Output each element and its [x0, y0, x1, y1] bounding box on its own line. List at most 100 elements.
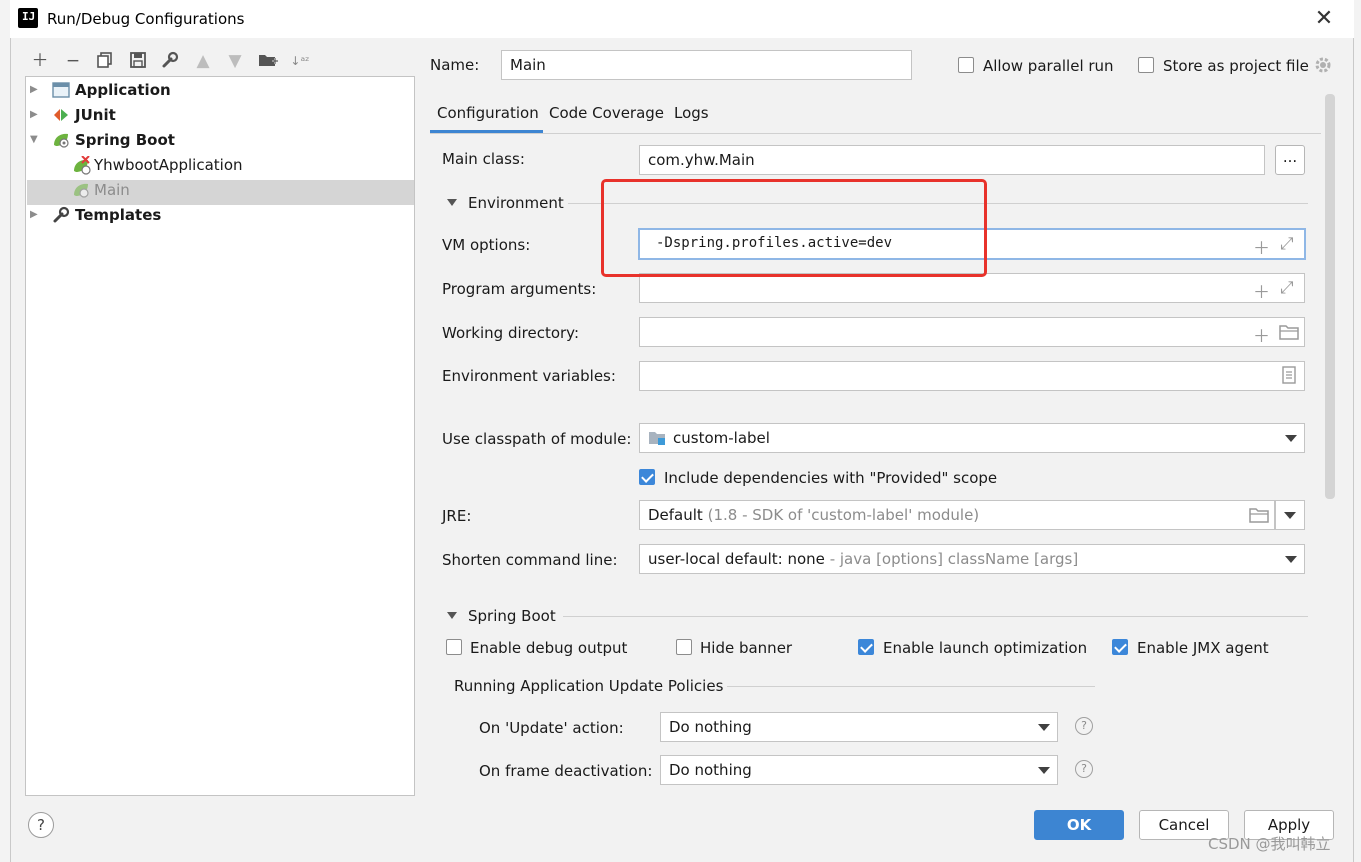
sort-alpha-icon[interactable]: ↓ᵃᶻ	[290, 51, 310, 71]
jmx-agent-checkbox[interactable]	[1112, 639, 1128, 655]
tree-item-label: Spring Boot	[75, 131, 175, 149]
wrench-icon	[52, 206, 70, 224]
update-policies-separator	[727, 686, 1095, 687]
launch-optimization-label: Enable launch optimization	[883, 639, 1088, 657]
main-class-label: Main class:	[442, 150, 525, 168]
hide-banner-checkbox[interactable]	[676, 639, 692, 655]
copy-icon[interactable]	[95, 51, 115, 71]
expand-plus-icon[interactable]: ＋	[1253, 234, 1270, 259]
jre-label: JRE:	[442, 507, 472, 525]
application-window-icon	[52, 81, 70, 99]
store-project-checkbox[interactable]	[1138, 57, 1154, 73]
collapse-environment-icon[interactable]	[447, 199, 457, 206]
expand-plus-icon[interactable]: ＋	[1253, 322, 1270, 347]
close-icon[interactable]: ✕	[1312, 7, 1336, 31]
save-icon[interactable]	[128, 51, 148, 71]
classpath-module-combo[interactable]: custom-label	[639, 423, 1305, 453]
browse-main-class-button[interactable]: ...	[1275, 145, 1305, 175]
folder-browse-icon[interactable]	[1249, 507, 1269, 527]
expand-arrow-icon[interactable]: ▶	[30, 103, 40, 127]
chevron-down-icon[interactable]	[1285, 435, 1297, 442]
working-dir-label: Working directory:	[442, 324, 580, 342]
classpath-value: custom-label	[673, 429, 770, 447]
ok-button[interactable]: OK	[1034, 810, 1124, 840]
update-action-value: Do nothing	[669, 718, 752, 736]
expand-arrow-icon[interactable]: ▶	[30, 78, 40, 102]
update-action-combo[interactable]: Do nothing	[660, 712, 1058, 742]
classpath-label: Use classpath of module:	[442, 430, 632, 448]
tree-item-label: Application	[75, 81, 171, 99]
move-up-icon[interactable]: ▲	[193, 51, 213, 71]
watermark: CSDN @我叫韩立	[1208, 835, 1331, 853]
allow-parallel-label: Allow parallel run	[983, 57, 1114, 75]
spring-boot-icon	[52, 131, 70, 149]
chevron-down-icon[interactable]	[1038, 724, 1050, 731]
allow-parallel-checkbox[interactable]	[958, 57, 974, 73]
env-vars-label: Environment variables:	[442, 367, 616, 385]
wrench-icon[interactable]	[160, 51, 180, 71]
jre-combo[interactable]: Default (1.8 - SDK of 'custom-label' mod…	[639, 500, 1275, 530]
window-title: Run/Debug Configurations	[47, 10, 245, 28]
working-dir-input[interactable]	[639, 317, 1305, 347]
help-button[interactable]: ?	[28, 812, 54, 838]
tree-item-label: YhwbootApplication	[94, 156, 243, 174]
folder-browse-icon[interactable]	[1279, 324, 1299, 344]
document-edit-icon[interactable]	[1282, 366, 1296, 388]
name-label: Name:	[430, 56, 480, 74]
jre-hint: (1.8 - SDK of 'custom-label' module)	[707, 506, 980, 524]
spring-boot-error-icon	[72, 155, 91, 175]
help-icon[interactable]: ?	[1075, 760, 1093, 778]
shorten-cmd-combo[interactable]: user-local default: none - java [options…	[639, 544, 1305, 574]
tree-item-label: Main	[94, 181, 130, 199]
launch-optimization-checkbox[interactable]	[858, 639, 874, 655]
frame-deactivation-combo[interactable]: Do nothing	[660, 755, 1058, 785]
chevron-down-icon[interactable]	[1038, 767, 1050, 774]
store-project-label: Store as project file	[1163, 57, 1309, 75]
main-class-input[interactable]: com.yhw.Main	[639, 145, 1265, 175]
shorten-cmd-label: Shorten command line:	[442, 551, 618, 569]
tab-code-coverage[interactable]: Code Coverage	[549, 101, 664, 133]
expand-arrow-icon[interactable]: ▶	[30, 203, 40, 227]
folder-add-icon[interactable]	[258, 51, 278, 71]
include-deps-checkbox[interactable]	[639, 469, 655, 485]
update-policies-label: Running Application Update Policies	[454, 677, 724, 695]
name-input[interactable]: Main	[501, 50, 912, 80]
help-icon[interactable]: ?	[1075, 717, 1093, 735]
remove-icon[interactable]: −	[63, 51, 83, 71]
intellij-logo-icon: IJ	[16, 6, 40, 30]
expand-editor-icon[interactable]: ⤢	[1280, 234, 1294, 254]
enable-debug-label: Enable debug output	[470, 639, 628, 657]
junit-icon	[52, 106, 70, 124]
chevron-down-icon[interactable]	[1285, 556, 1297, 563]
include-deps-label: Include dependencies with "Provided" sco…	[664, 469, 998, 487]
jmx-agent-label: Enable JMX agent	[1137, 639, 1269, 657]
scrollbar-thumb[interactable]	[1325, 94, 1335, 499]
collapse-arrow-icon[interactable]: ▼	[30, 128, 40, 152]
env-vars-input[interactable]	[639, 361, 1305, 391]
enable-debug-checkbox[interactable]	[446, 639, 462, 655]
jre-value: Default	[648, 506, 703, 524]
configuration-tree[interactable]: ▶ Application ▶ JUnit ▼ Spring Boot Yhwb…	[25, 76, 415, 796]
highlight-annotation-box	[601, 179, 987, 277]
gear-icon[interactable]	[1313, 55, 1333, 79]
spring-boot-icon	[72, 181, 90, 199]
frame-deactivation-value: Do nothing	[669, 761, 752, 779]
program-args-label: Program arguments:	[442, 280, 597, 298]
add-icon[interactable]: ＋	[30, 51, 50, 71]
shorten-value: user-local default: none	[648, 550, 825, 568]
tab-logs[interactable]: Logs	[674, 101, 709, 133]
chevron-down-icon[interactable]	[1284, 512, 1296, 519]
background-editor-strip	[0, 0, 10, 862]
spring-boot-separator	[563, 616, 1308, 617]
program-args-input[interactable]	[639, 273, 1305, 303]
tree-item-label: Templates	[75, 206, 162, 224]
shorten-hint: - java [options] className [args]	[829, 550, 1079, 568]
tab-configuration[interactable]: Configuration	[437, 101, 539, 133]
hide-banner-label: Hide banner	[700, 639, 793, 657]
move-down-icon[interactable]: ▼	[225, 51, 245, 71]
frame-deactivation-label: On frame deactivation:	[479, 762, 653, 780]
update-action-label: On 'Update' action:	[479, 719, 624, 737]
expand-editor-icon[interactable]: ⤢	[1280, 278, 1294, 298]
expand-plus-icon[interactable]: ＋	[1253, 278, 1270, 303]
collapse-spring-boot-icon[interactable]	[447, 612, 457, 619]
